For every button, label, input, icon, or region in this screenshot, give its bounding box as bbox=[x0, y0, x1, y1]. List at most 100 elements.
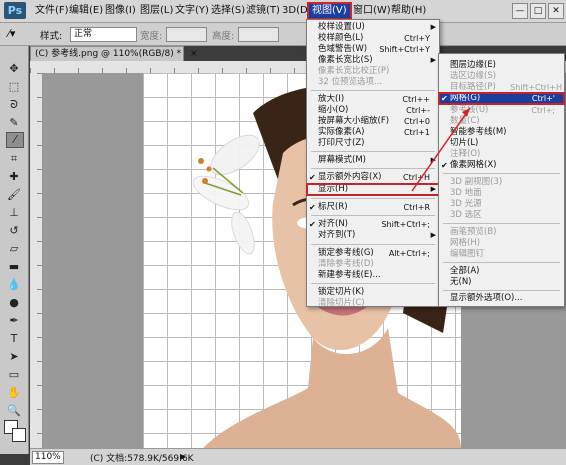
move-tool-icon[interactable]: ✥ bbox=[6, 62, 22, 76]
submenu-item-layer-edges[interactable]: 图层边缘(E) bbox=[439, 60, 564, 71]
menu-item-show[interactable]: 显示(H) ▶ bbox=[306, 183, 440, 196]
menu-item-screen-mode[interactable]: 屏幕模式(M) ▶ bbox=[307, 155, 439, 166]
menu-bar: Ps 文件(F) 编辑(E) 图像(I) 图层(L) 文字(Y) 选择(S) 滤… bbox=[0, 0, 566, 23]
brush-tool-icon[interactable]: 🖌 bbox=[6, 188, 22, 202]
menu-item-lock-slices[interactable]: 锁定切片(K) bbox=[307, 287, 439, 298]
clone-stamp-tool-icon[interactable]: ⊥ bbox=[6, 206, 22, 220]
menu-item-zoom-in[interactable]: 放大(I) Ctrl++ bbox=[307, 94, 439, 105]
submenu-item-show-extras-options[interactable]: 显示额外选项(O)... bbox=[439, 293, 564, 304]
eyedropper-preset-icon[interactable]: ⁄▾ bbox=[8, 26, 26, 41]
checkmark-icon: ✔ bbox=[441, 161, 448, 170]
close-button[interactable]: ✕ bbox=[548, 3, 564, 19]
submenu-item-3d-secondary-view: 3D 副视图(3) bbox=[450, 177, 503, 187]
submenu-item-guides: 参考线(U) Ctrl+; bbox=[450, 105, 555, 115]
submenu-arrow-icon: ▶ bbox=[430, 156, 436, 164]
checkmark-icon: ✔ bbox=[309, 173, 316, 182]
blur-tool-icon[interactable]: 💧 bbox=[6, 278, 22, 292]
submenu-item-count: 数量(C) bbox=[450, 116, 480, 126]
menu-item-new-guide[interactable]: 新建参考线(E)... bbox=[307, 270, 439, 281]
marquee-tool-icon[interactable]: ⬚ bbox=[6, 80, 22, 94]
height-label: 高度: bbox=[212, 31, 235, 42]
gradient-tool-icon[interactable]: ▬ bbox=[6, 260, 22, 274]
menu-item-rulers[interactable]: ✔ 标尺(R) Ctrl+R bbox=[307, 202, 439, 213]
shape-tool-icon[interactable]: ▭ bbox=[6, 368, 22, 382]
submenu-item-edit-pins: 编辑图钉 bbox=[450, 249, 485, 259]
menu-item-pixel-aspect-correction: 像素长宽比校正(P) bbox=[318, 66, 390, 76]
submenu-item-selection-edges: 选区边缘(S) bbox=[450, 71, 497, 81]
submenu-item-all[interactable]: 全部(A) bbox=[439, 266, 564, 277]
menu-item-lock-guides[interactable]: 锁定参考线(G) Alt+Ctrl+; bbox=[307, 248, 439, 259]
menu-item-proof-setup[interactable]: 校样设置(U) ▶ bbox=[307, 22, 439, 33]
submenu-item-target-path: 目标路径(P) Shift+Ctrl+H bbox=[450, 82, 562, 92]
maximize-button[interactable]: □ bbox=[530, 3, 546, 19]
document-tab[interactable]: (C) 参考线.png @ 110%(RGB/8) * × bbox=[30, 46, 198, 61]
menu-item-proof-colors[interactable]: 校样颜色(L) Ctrl+Y bbox=[307, 33, 439, 44]
menu-filter[interactable]: 滤镜(T) bbox=[243, 4, 283, 18]
zoom-field[interactable]: 110% bbox=[32, 451, 64, 464]
checkmark-icon: ✔ bbox=[309, 220, 316, 229]
hand-tool-icon[interactable]: ✋ bbox=[6, 386, 22, 400]
path-select-tool-icon[interactable]: ➤ bbox=[6, 350, 22, 364]
dodge-tool-icon[interactable]: ● bbox=[6, 296, 22, 310]
healing-brush-tool-icon[interactable]: ✚ bbox=[6, 170, 22, 184]
type-tool-icon[interactable]: T bbox=[6, 332, 22, 346]
submenu-item-grid[interactable]: ✔ 网格(G) Ctrl+' bbox=[438, 92, 565, 105]
menu-item-32bit-preview: 32 位预览选项... bbox=[318, 77, 383, 87]
view-menu-dropdown: 校样设置(U) ▶ 校样颜色(L) Ctrl+Y 色域警告(W) Shift+Ctrl… bbox=[306, 19, 440, 308]
menu-help[interactable]: 帮助(H) bbox=[388, 4, 429, 18]
submenu-item-slices[interactable]: 切片(L) bbox=[439, 138, 564, 149]
menu-item-zoom-out[interactable]: 缩小(O) Ctrl+- bbox=[307, 105, 439, 116]
width-field[interactable] bbox=[166, 27, 207, 42]
menu-item-pixel-aspect-ratio[interactable]: 像素长宽比(S) ▶ bbox=[307, 55, 439, 66]
document-tab-label: (C) 参考线.png @ 110%(RGB/8) * bbox=[35, 49, 182, 59]
photoshop-logo: Ps bbox=[4, 2, 26, 19]
eyedropper-tool-icon[interactable]: ⁄ bbox=[6, 132, 24, 148]
submenu-arrow-icon: ▶ bbox=[430, 23, 436, 31]
menu-item-clear-slices: 清除切片(C) bbox=[318, 298, 365, 308]
document-info: (C) 文档:578.9K/569.6K bbox=[90, 454, 194, 464]
submenu-item-3d-selection: 3D 选区 bbox=[450, 210, 482, 220]
lasso-tool-icon[interactable]: ᘐ bbox=[6, 98, 22, 112]
height-field[interactable] bbox=[238, 27, 279, 42]
tab-close-icon[interactable]: × bbox=[190, 49, 198, 59]
status-bar: 110% (C) 文档:578.9K/569.6K ▶ bbox=[30, 448, 566, 465]
style-select[interactable]: 正常 bbox=[70, 27, 137, 42]
submenu-item-3d-ground: 3D 地面 bbox=[450, 188, 482, 198]
menu-item-snap-to[interactable]: 对齐到(T) ▶ bbox=[307, 230, 439, 241]
style-label: 样式: bbox=[40, 31, 63, 42]
crop-tool-icon[interactable]: ⌗ bbox=[6, 152, 22, 166]
vertical-ruler[interactable] bbox=[30, 73, 43, 448]
history-brush-tool-icon[interactable]: ↺ bbox=[6, 224, 22, 238]
submenu-item-smart-guides[interactable]: 智能参考线(M) bbox=[439, 127, 564, 138]
menu-item-snap[interactable]: ✔ 对齐(N) Shift+Ctrl+; bbox=[307, 219, 439, 230]
menu-item-fit-on-screen[interactable]: 按屏幕大小缩放(F) Ctrl+0 bbox=[307, 116, 439, 127]
width-label: 宽度: bbox=[140, 31, 163, 42]
show-submenu: 图层边缘(E) 选区边缘(S) 目标路径(P) Shift+Ctrl+H ✔ 网格(… bbox=[438, 53, 565, 307]
menu-item-gamut-warning[interactable]: 色域警告(W) Shift+Ctrl+Y bbox=[307, 44, 439, 55]
menu-image[interactable]: 图像(I) bbox=[102, 4, 139, 18]
submenu-arrow-icon: ▶ bbox=[430, 231, 436, 239]
submenu-item-notes: 注释(O) bbox=[450, 149, 481, 159]
lily-flower bbox=[192, 134, 260, 255]
menu-item-clear-guides: 清除参考线(D) bbox=[318, 259, 374, 269]
submenu-item-3d-lights: 3D 光源 bbox=[450, 199, 482, 209]
menu-type[interactable]: 文字(Y) bbox=[172, 4, 212, 18]
submenu-item-pixel-grid[interactable]: ✔ 像素网格(X) bbox=[439, 160, 564, 171]
submenu-arrow-icon: ▶ bbox=[430, 185, 436, 193]
status-arrow-icon[interactable]: ▶ bbox=[180, 452, 186, 461]
background-color-swatch[interactable] bbox=[12, 428, 26, 442]
zoom-tool-icon[interactable]: 🔍 bbox=[6, 404, 22, 418]
menu-layer[interactable]: 图层(L) bbox=[137, 4, 176, 18]
pen-tool-icon[interactable]: ✒ bbox=[6, 314, 22, 328]
minimize-button[interactable]: — bbox=[512, 3, 528, 19]
menu-edit[interactable]: 编辑(E) bbox=[66, 4, 106, 18]
submenu-item-none[interactable]: 无(N) bbox=[439, 277, 564, 288]
menu-item-actual-pixels[interactable]: 实际像素(A) Ctrl+1 bbox=[307, 127, 439, 138]
checkmark-icon: ✔ bbox=[441, 94, 448, 103]
eraser-tool-icon[interactable]: ▱ bbox=[6, 242, 22, 256]
menu-item-extras[interactable]: ✔ 显示额外内容(X) Ctrl+H bbox=[307, 172, 439, 183]
quick-select-tool-icon[interactable]: ✎ bbox=[6, 116, 22, 130]
checkmark-icon: ✔ bbox=[309, 203, 316, 212]
menu-view[interactable]: 视图(V) bbox=[307, 2, 352, 20]
menu-item-print-size[interactable]: 打印尺寸(Z) bbox=[307, 138, 439, 149]
